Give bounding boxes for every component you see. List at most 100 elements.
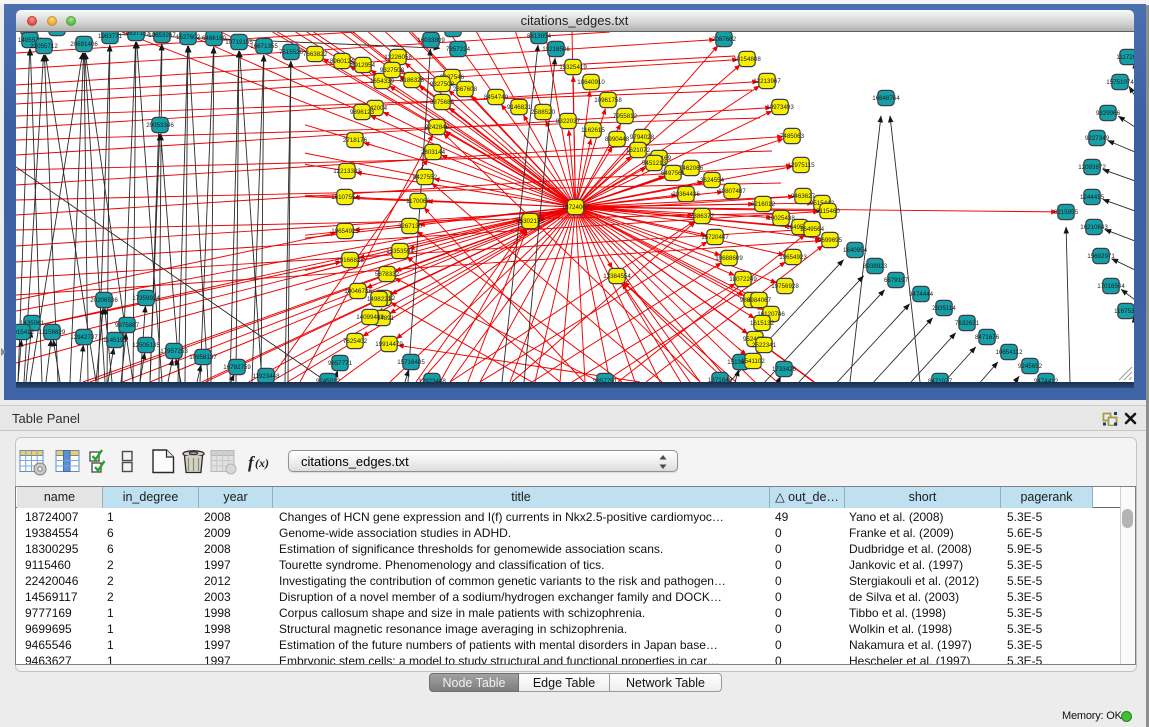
- svg-text:18640910: 18640910: [577, 79, 605, 86]
- svg-text:9463627: 9463627: [791, 193, 816, 200]
- svg-text:12923448: 12923448: [418, 378, 446, 382]
- svg-text:1640954: 1640954: [843, 247, 868, 254]
- svg-text:2087682: 2087682: [712, 36, 737, 43]
- svg-text:1371648: 1371648: [708, 377, 733, 382]
- svg-text:11156829: 11156829: [39, 329, 66, 336]
- svg-text:9245012: 9245012: [316, 378, 341, 382]
- svg-text:10973493: 10973493: [766, 104, 794, 111]
- svg-text:14099489: 14099489: [356, 314, 384, 321]
- svg-text:19837153: 19837153: [122, 32, 150, 37]
- svg-text:9115460: 9115460: [816, 208, 840, 215]
- svg-text:2867608: 2867608: [453, 86, 478, 93]
- svg-text:1244415: 1244415: [1080, 194, 1105, 201]
- svg-text:2522341: 2522341: [752, 342, 777, 349]
- svg-text:18724007: 18724007: [562, 204, 590, 211]
- svg-text:10807487: 10807487: [718, 188, 746, 195]
- svg-text:10046738: 10046738: [344, 288, 372, 295]
- svg-text:8813053: 8813053: [441, 32, 466, 33]
- svg-text:2935114: 2935114: [932, 305, 956, 312]
- svg-text:1733426: 1733426: [772, 366, 797, 373]
- svg-text:10654112: 10654112: [995, 349, 1023, 356]
- svg-text:1162615: 1162615: [581, 127, 605, 134]
- svg-text:20053346: 20053346: [146, 122, 174, 129]
- svg-text:7632621: 7632621: [955, 320, 980, 327]
- svg-text:9657771: 9657771: [328, 360, 353, 367]
- svg-text:13226058: 13226058: [384, 54, 412, 61]
- svg-text:8322037: 8322037: [556, 118, 581, 125]
- svg-text:10719155: 10719155: [225, 39, 253, 46]
- svg-text:23055712: 23055712: [30, 43, 58, 50]
- svg-text:13384554: 13384554: [603, 273, 631, 280]
- svg-text:12213383: 12213383: [333, 168, 361, 175]
- svg-text:1621072: 1621072: [626, 147, 651, 154]
- svg-text:1983771: 1983771: [98, 33, 123, 40]
- svg-text:7955812: 7955812: [613, 113, 638, 120]
- svg-text:1615132: 1615132: [750, 320, 775, 327]
- svg-text:9329966: 9329966: [1096, 110, 1121, 117]
- svg-text:19654925: 19654925: [331, 228, 359, 235]
- svg-text:9699695: 9699695: [818, 237, 843, 244]
- svg-text:9242848: 9242848: [425, 124, 450, 131]
- svg-text:5451213: 5451213: [642, 160, 667, 167]
- svg-text:9896123: 9896123: [350, 109, 375, 116]
- svg-text:15716485: 15716485: [397, 359, 425, 366]
- svg-text:1649564: 1649564: [800, 226, 825, 233]
- svg-text:15720407: 15720407: [701, 234, 729, 241]
- svg-text:19756928: 19756928: [771, 283, 799, 290]
- svg-text:8813054: 8813054: [527, 33, 552, 40]
- svg-text:15302173: 15302173: [516, 218, 544, 225]
- svg-text:9227349: 9227349: [1085, 135, 1110, 142]
- svg-text:20691406: 20691406: [70, 41, 98, 48]
- svg-text:15751074: 15751074: [1106, 79, 1134, 86]
- svg-text:12975115: 12975115: [787, 162, 815, 169]
- svg-text:6216012: 6216012: [751, 201, 776, 208]
- svg-text:1167534: 1167534: [1114, 308, 1134, 315]
- svg-text:11923448: 11923448: [252, 373, 280, 380]
- svg-text:6879197: 6879197: [884, 277, 909, 284]
- svg-text:7485063: 7485063: [780, 133, 805, 140]
- svg-text:6466160: 6466160: [202, 35, 227, 42]
- svg-text:7857224: 7857224: [446, 46, 471, 53]
- svg-text:15325419: 15325419: [559, 64, 587, 71]
- svg-text:8215955: 8215955: [1054, 209, 1079, 216]
- svg-text:12093872: 12093872: [1078, 164, 1106, 171]
- svg-text:8186328: 8186328: [400, 77, 425, 84]
- svg-text:7663822: 7663822: [303, 51, 328, 58]
- svg-text:2588520: 2588520: [531, 109, 556, 116]
- svg-text:16210643: 16210643: [1080, 224, 1108, 231]
- svg-text:9474444: 9474444: [909, 291, 934, 298]
- svg-text:8912954: 8912954: [351, 62, 376, 69]
- svg-text:3624554: 3624554: [700, 177, 725, 184]
- svg-text:16033809: 16033809: [417, 37, 445, 44]
- svg-text:17957253: 17957253: [160, 348, 188, 355]
- svg-text:20206536: 20206536: [90, 297, 118, 304]
- svg-text:3875685: 3875685: [430, 99, 455, 106]
- svg-text:1145193: 1145193: [103, 337, 127, 344]
- svg-text:9146821: 9146821: [507, 104, 532, 111]
- svg-text:2718176: 2718176: [343, 137, 368, 144]
- svg-text:9474412: 9474412: [1034, 378, 1059, 382]
- svg-text:(x): (x): [255, 456, 269, 470]
- svg-text:9245652: 9245652: [1018, 363, 1043, 370]
- svg-text:8938923: 8938923: [863, 263, 888, 270]
- svg-text:1498221: 1498221: [367, 296, 392, 303]
- svg-text:9327508: 9327508: [380, 67, 405, 74]
- svg-text:12213967: 12213967: [753, 78, 781, 85]
- svg-text:7515526: 7515526: [279, 49, 304, 56]
- svg-text:16107554: 16107554: [331, 194, 359, 201]
- svg-text:16782759: 16782759: [223, 364, 251, 371]
- svg-text:8990448: 8990448: [605, 136, 630, 143]
- svg-text:9794028: 9794028: [630, 134, 655, 141]
- svg-text:10961758: 10961758: [594, 97, 622, 104]
- svg-text:12942737: 12942737: [70, 334, 98, 341]
- svg-text:7625402: 7625402: [343, 338, 368, 345]
- svg-text:7386372: 7386372: [690, 213, 715, 220]
- svg-text:10653267: 10653267: [148, 32, 176, 39]
- svg-text:5878332: 5878332: [375, 271, 400, 278]
- svg-text:19914479: 19914479: [375, 341, 403, 348]
- svg-text:13353594: 13353594: [386, 248, 414, 255]
- svg-text:9327508: 9327508: [430, 81, 455, 88]
- svg-text:9984067: 9984067: [747, 297, 772, 304]
- svg-text:1527602: 1527602: [176, 34, 201, 41]
- svg-text:9975887: 9975887: [115, 322, 140, 329]
